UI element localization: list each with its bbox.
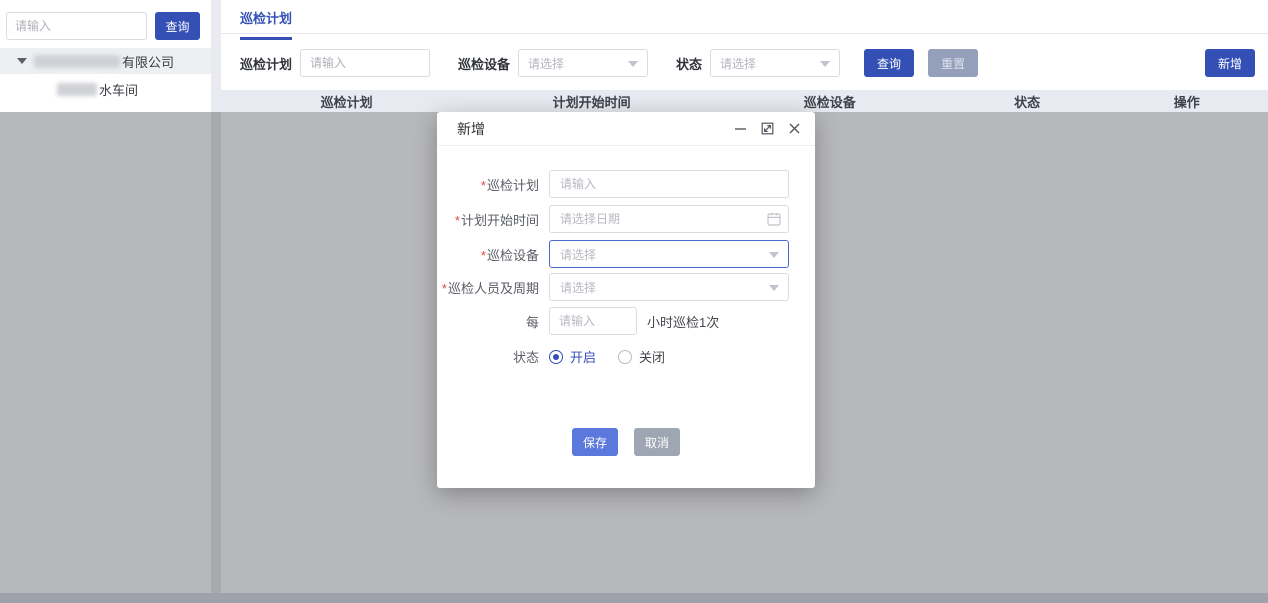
org-tree: 有限公司 水车间 xyxy=(0,48,211,101)
tree-node-workshop[interactable]: 水车间 xyxy=(0,77,211,101)
radio-off-label[interactable]: 关闭 xyxy=(639,347,665,366)
chevron-down-icon xyxy=(628,61,638,67)
form-row-personnel-cycle: *巡检人员及周期 请选择 xyxy=(437,273,815,301)
required-mark: * xyxy=(455,213,460,228)
app-root: 查询 有限公司 水车间 巡检计划 巡检计划 巡检设备 请选择 xyxy=(0,0,1268,603)
personnel-cycle-placeholder: 请选择 xyxy=(560,279,596,296)
table-header-row: 巡检计划 计划开始时间 巡检设备 状态 操作 xyxy=(221,90,1268,112)
plan-name-input[interactable] xyxy=(549,170,789,198)
filter-status-label: 状态 xyxy=(676,54,702,73)
frequency-hours-input[interactable] xyxy=(549,307,637,335)
calendar-icon[interactable] xyxy=(767,212,781,231)
filter-plan-input[interactable] xyxy=(300,49,430,77)
status-radio-group: 开启 关闭 xyxy=(549,347,665,366)
add-button[interactable]: 新增 xyxy=(1205,49,1255,77)
column-header-plan: 巡检计划 xyxy=(221,92,472,111)
start-time-field-label: *计划开始时间 xyxy=(437,210,549,229)
filter-device-placeholder: 请选择 xyxy=(528,55,564,72)
tree-expand-caret-icon[interactable] xyxy=(17,58,27,64)
radio-on-label[interactable]: 开启 xyxy=(570,347,596,366)
add-dialog: 新增 xyxy=(437,112,815,488)
form-row-plan: *巡检计划 xyxy=(437,170,815,198)
column-header-status: 状态 xyxy=(949,92,1106,111)
radio-off[interactable] xyxy=(618,350,632,364)
tree-search-button[interactable]: 查询 xyxy=(155,12,200,40)
dialog-title: 新增 xyxy=(457,119,485,139)
tab-bar: 巡检计划 xyxy=(221,0,1268,34)
radio-on[interactable] xyxy=(549,350,563,364)
minimize-icon[interactable] xyxy=(733,122,747,136)
dialog-footer: 保存 取消 xyxy=(437,428,815,456)
required-mark: * xyxy=(442,281,447,296)
form-row-frequency: 每 小时巡检1次 xyxy=(437,307,815,335)
column-header-device: 巡检设备 xyxy=(711,92,949,111)
tree-node-company[interactable]: 有限公司 xyxy=(0,48,211,74)
personnel-cycle-select[interactable]: 请选择 xyxy=(549,273,789,301)
filter-toolbar: 巡检计划 巡检设备 请选择 状态 请选择 查询 重置 新增 xyxy=(221,48,1268,78)
tree-search-row: 查询 xyxy=(6,12,200,40)
dialog-header: 新增 xyxy=(437,112,815,146)
filter-status-placeholder: 请选择 xyxy=(720,55,756,72)
personnel-cycle-field-label: *巡检人员及周期 xyxy=(437,278,549,297)
form-row-start-time: *计划开始时间 xyxy=(437,205,815,233)
redacted-workshop-name xyxy=(57,83,97,96)
filter-device-label: 巡检设备 xyxy=(458,54,510,73)
form-row-status: 状态 开启 关闭 xyxy=(437,347,815,366)
save-button[interactable]: 保存 xyxy=(572,428,618,456)
chevron-down-icon xyxy=(769,252,779,258)
required-mark: * xyxy=(481,248,486,263)
workshop-name-suffix: 水车间 xyxy=(99,80,138,99)
redacted-company-name xyxy=(34,55,120,68)
tab-inspection-plan[interactable]: 巡检计划 xyxy=(240,8,292,40)
frequency-prefix-label: 每 xyxy=(437,312,549,331)
filter-device-select[interactable]: 请选择 xyxy=(518,49,648,77)
query-button[interactable]: 查询 xyxy=(864,49,914,77)
close-icon[interactable] xyxy=(787,122,801,136)
maximize-icon[interactable] xyxy=(760,122,774,136)
dialog-window-controls xyxy=(733,122,801,136)
chevron-down-icon xyxy=(769,285,779,291)
column-header-actions: 操作 xyxy=(1106,92,1268,111)
dialog-form: *巡检计划 *计划开始时间 xyxy=(437,146,815,456)
filter-status-select[interactable]: 请选择 xyxy=(710,49,840,77)
start-date-input[interactable] xyxy=(549,205,789,233)
form-row-device: *巡检设备 请选择 xyxy=(437,240,815,268)
device-select-placeholder: 请选择 xyxy=(560,246,596,263)
device-field-label: *巡检设备 xyxy=(437,245,549,264)
chevron-down-icon xyxy=(820,61,830,67)
reset-button[interactable]: 重置 xyxy=(928,49,978,77)
column-header-start-time: 计划开始时间 xyxy=(472,92,711,111)
tree-search-input[interactable] xyxy=(6,12,147,40)
status-field-label: 状态 xyxy=(437,347,549,366)
filter-plan-label: 巡检计划 xyxy=(240,54,292,73)
required-mark: * xyxy=(481,178,486,193)
company-name-suffix: 有限公司 xyxy=(122,52,174,71)
plan-field-label: *巡检计划 xyxy=(437,175,549,194)
cancel-button[interactable]: 取消 xyxy=(634,428,680,456)
frequency-suffix-label: 小时巡检1次 xyxy=(647,312,719,331)
device-select[interactable]: 请选择 xyxy=(549,240,789,268)
